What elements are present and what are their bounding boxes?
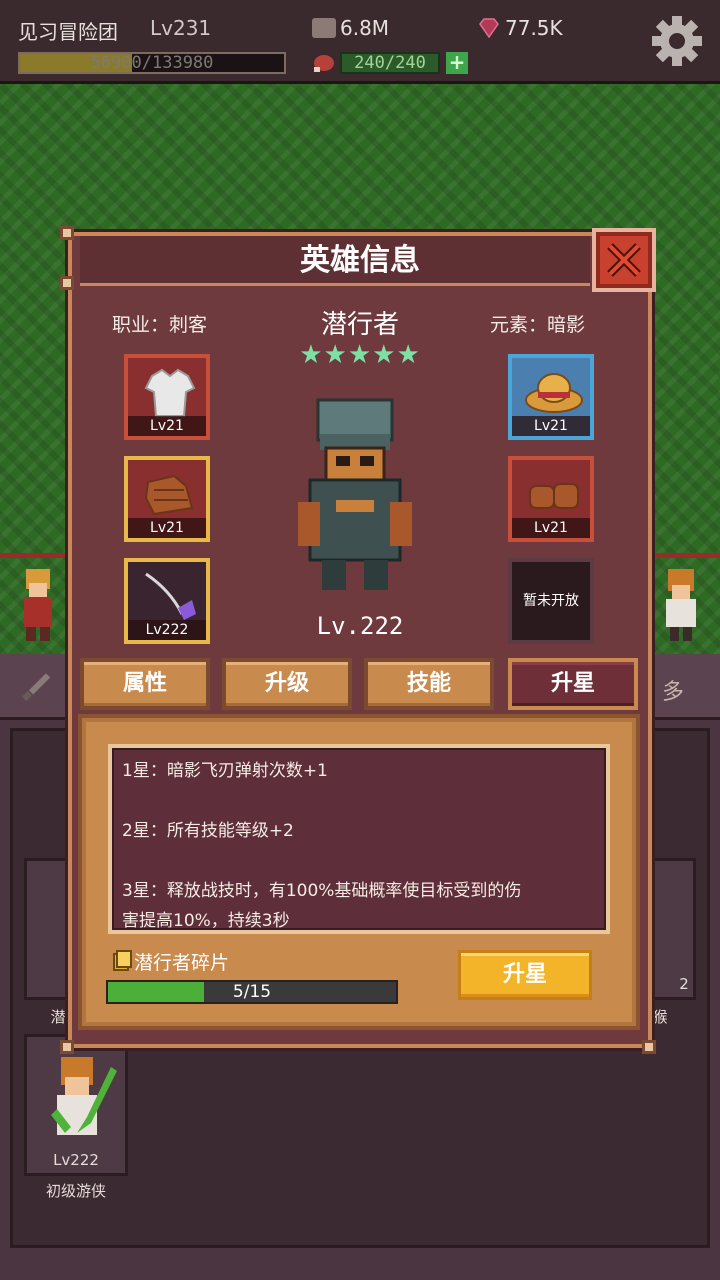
- shard-icon: [113, 950, 132, 971]
- equip-slot-boots[interactable]: Lv21: [124, 456, 210, 542]
- card-name: 潜: [50, 1008, 66, 1026]
- team-level: Lv231: [150, 16, 212, 40]
- equip-level: Lv21: [128, 416, 206, 436]
- card-level: Lv222: [53, 1151, 99, 1169]
- gem-amount: 77.5K: [505, 16, 563, 40]
- shard-progress-text: 5/15: [232, 982, 272, 1002]
- tab-level-up[interactable]: 升级: [222, 658, 352, 710]
- star-up-button[interactable]: 升星: [458, 950, 592, 1000]
- hero-card[interactable]: Lv222: [24, 1034, 128, 1176]
- star-description-line: 害提高10%，持续3秒: [122, 911, 290, 931]
- dialog-corner: [60, 226, 74, 240]
- star-description-box[interactable]: 1星：暗影飞刃弹射次数+1 2星：所有技能等级+2 3星：释放战技时，有100%…: [108, 744, 610, 934]
- dialog-corner: [60, 1040, 74, 1054]
- stamina-value: 240/240: [340, 52, 440, 74]
- shard-label: 潜行者碎片: [134, 952, 230, 974]
- exp-bar: 56900/133980: [18, 52, 286, 74]
- dialog-title: 英雄信息: [300, 243, 420, 278]
- hero-class: 职业：刺客: [112, 314, 208, 336]
- gold-icon: [312, 18, 336, 38]
- team-name: 见习冒险团: [18, 20, 118, 44]
- equip-level: Lv222: [128, 620, 206, 640]
- equip-level: Lv21: [512, 416, 590, 436]
- close-icon: [607, 243, 641, 277]
- star-description-line: 3星：释放战技时，有100%基础概率使目标受到的伤: [122, 881, 522, 901]
- sword-icon[interactable]: [18, 668, 54, 704]
- hero-portrait-icon: [51, 1057, 117, 1135]
- card-name: 猴: [652, 1008, 668, 1026]
- gear-icon[interactable]: [650, 14, 704, 68]
- dialog-corner: [642, 1040, 656, 1054]
- gloves-icon: [529, 483, 579, 509]
- equip-slot-weapon[interactable]: Lv222: [124, 558, 210, 644]
- star-rating: ★★★★★: [299, 340, 421, 370]
- armor-icon: [144, 368, 196, 417]
- shard-progress-bar: 5/15: [106, 980, 398, 1004]
- ally-hero-sprite: [24, 569, 52, 641]
- tab-skills[interactable]: 技能: [364, 658, 494, 710]
- equip-slot-hat[interactable]: Lv21: [508, 354, 594, 440]
- close-button[interactable]: [592, 228, 656, 292]
- add-stamina-button[interactable]: +: [446, 52, 468, 74]
- ally-hero-sprite-right: [666, 569, 696, 641]
- star-description-line: 2星：所有技能等级+2: [122, 821, 294, 841]
- star-description-line: 1星：暗影飞刃弹射次数+1: [122, 761, 328, 781]
- gem-icon: [479, 18, 499, 38]
- locked-slot-text: 暂未开放: [523, 593, 579, 609]
- equip-level: Lv21: [128, 518, 206, 538]
- weapon-icon: [145, 572, 196, 620]
- more-tab-label[interactable]: 多: [662, 674, 684, 706]
- tab-star-up[interactable]: 升星: [508, 658, 638, 710]
- equip-level: Lv21: [512, 518, 590, 538]
- hat-icon: [525, 373, 583, 413]
- exp-text: 56900/133980: [90, 53, 214, 73]
- stamina-icon: [314, 55, 334, 72]
- hero-element: 元素：暗影: [490, 314, 586, 336]
- hero-level: Lv.222: [316, 612, 404, 640]
- tab-attributes[interactable]: 属性: [80, 658, 210, 710]
- dialog-corner: [60, 276, 74, 290]
- equip-slot-gloves[interactable]: Lv21: [508, 456, 594, 542]
- equip-slot-armor[interactable]: Lv21: [124, 354, 210, 440]
- equip-slot-locked: 暂未开放: [508, 558, 594, 644]
- gold-amount: 6.8M: [340, 16, 390, 40]
- hero-name: 潜行者: [320, 310, 399, 340]
- hero-sprite: [298, 398, 412, 590]
- boots-icon: [144, 474, 194, 516]
- card-name: 初级游侠: [45, 1182, 106, 1200]
